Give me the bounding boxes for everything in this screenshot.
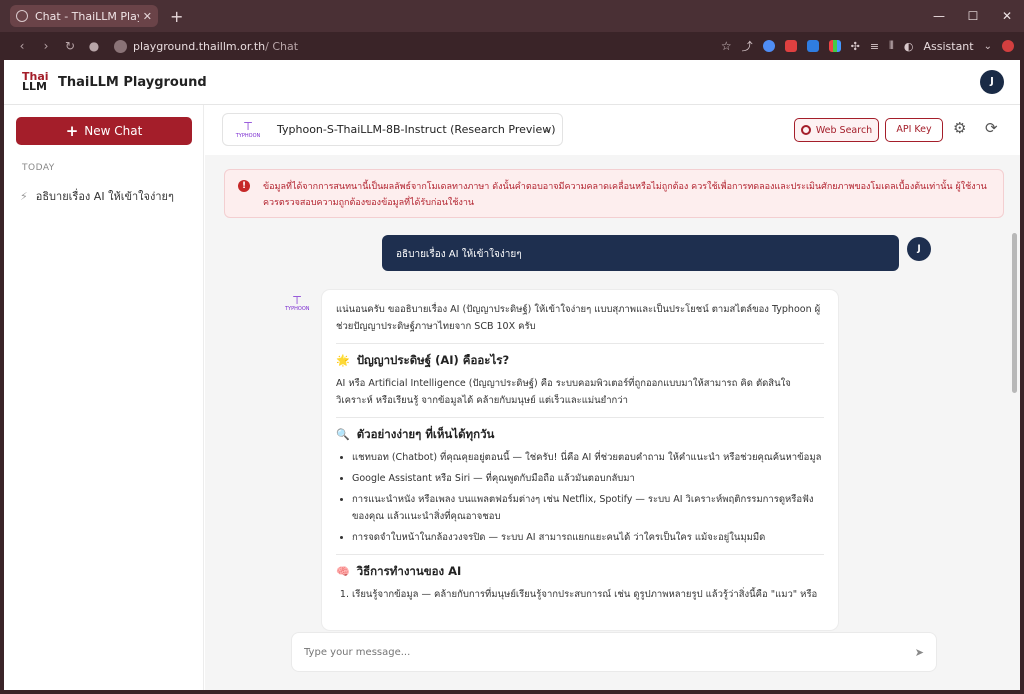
url-host: playground.thaillm.or.th bbox=[133, 39, 266, 53]
mic-icon[interactable]: ● bbox=[82, 39, 106, 53]
model-selector[interactable]: ⊤ TYPHOON Typhoon-S-ThaiLLM-8B-Instruct … bbox=[222, 113, 563, 146]
app-header: Thai LLM ThaiLLM Playground J bbox=[4, 60, 1020, 105]
grid-extension-icon[interactable] bbox=[828, 40, 841, 52]
share-icon[interactable]: ⤴ bbox=[742, 38, 753, 54]
chevron-down-icon: ⌄ bbox=[542, 122, 552, 135]
profile-icon[interactable] bbox=[1002, 40, 1014, 52]
extensions-area: ☆ ⤴ ✣ ≡ ⦀ ◐ Assistant ⌄ bbox=[721, 32, 1014, 60]
refresh-icon[interactable]: ⟳ bbox=[985, 119, 998, 137]
url-path: / Chat bbox=[265, 39, 299, 53]
brain-emoji-icon: 🧠 bbox=[336, 565, 350, 578]
audio-icon[interactable]: ⦀ bbox=[889, 39, 894, 53]
tab-title: Chat - ThaiLLM Playground bbox=[35, 9, 139, 23]
search-icon bbox=[800, 125, 811, 135]
divider bbox=[336, 554, 824, 555]
reload-icon[interactable]: ↻ bbox=[58, 39, 82, 53]
thaillm-logo[interactable]: Thai LLM bbox=[22, 71, 49, 93]
bot-heading-3: 🧠 วิธีการทำงานของ AI bbox=[336, 563, 824, 580]
assistant-label[interactable]: Assistant bbox=[923, 40, 973, 53]
list-item: แชทบอท (Chatbot) ที่คุณคุยอยู่ตอนนี้ — ใ… bbox=[352, 449, 824, 466]
avatar[interactable]: J bbox=[980, 70, 1004, 94]
list-item: Google Assistant หรือ Siri — ที่คุณพูดกั… bbox=[352, 470, 824, 487]
brand-title: ThaiLLM Playground bbox=[58, 74, 207, 90]
bolt-icon: ⚡ bbox=[20, 189, 28, 203]
bot-heading-1: 🌟 ปัญญาประดิษฐ์ (AI) คืออะไร? bbox=[336, 352, 824, 369]
user-avatar: J bbox=[907, 237, 931, 261]
list-item: เรียนรู้จากข้อมูล — คล้ายกับการที่มนุษย์… bbox=[352, 586, 824, 603]
message-input[interactable] bbox=[304, 646, 915, 658]
list-item: การแนะนำหนัง หรือเพลง บนแพลตฟอร์มต่างๆ เ… bbox=[352, 491, 824, 525]
puzzle-icon[interactable]: ✣ bbox=[851, 40, 860, 53]
assistant-message: แน่นอนครับ ขออธิบายเรื่อง AI (ปัญญาประดิ… bbox=[322, 290, 838, 630]
scrollbar-thumb[interactable] bbox=[1012, 233, 1017, 393]
heading-3-text: วิธีการทำงานของ AI bbox=[356, 564, 462, 578]
translate-extension-icon[interactable] bbox=[806, 40, 819, 52]
maximize-icon[interactable]: ☐ bbox=[956, 0, 990, 32]
disclaimer-text: ข้อมูลที่ได้จากการสนทนานี้เป็นผลลัพธ์จาก… bbox=[263, 182, 987, 208]
list-item: การจดจำใบหน้าในกล้องวงจรปิด — ระบบ AI สา… bbox=[352, 529, 824, 546]
close-window-icon[interactable]: ✕ bbox=[990, 0, 1024, 32]
typhoon-logo: ⊤ TYPHOON bbox=[233, 121, 263, 139]
new-tab-button[interactable]: + bbox=[170, 7, 183, 26]
forward-icon[interactable]: › bbox=[34, 39, 58, 53]
sidebar-history-item[interactable]: ⚡ อธิบายเรื่อง AI ให้เข้าใจง่ายๆ bbox=[20, 187, 174, 205]
back-icon[interactable]: ‹ bbox=[10, 39, 34, 53]
minimize-icon[interactable]: — bbox=[922, 0, 956, 32]
divider bbox=[336, 343, 824, 344]
globe-icon bbox=[16, 10, 28, 22]
window-frame-bottom bbox=[0, 690, 1024, 694]
section-today: TODAY bbox=[22, 163, 55, 173]
site-info-icon[interactable] bbox=[114, 39, 127, 53]
heading-2-text: ตัวอย่างง่ายๆ ที่เห็นได้ทุกวัน bbox=[356, 427, 495, 441]
browser-tab[interactable]: Chat - ThaiLLM Playground ✕ bbox=[10, 5, 158, 27]
magnifier-emoji-icon: 🔍 bbox=[336, 428, 350, 441]
bot-list: แชทบอท (Chatbot) ที่คุณคุยอยู่ตอนนี้ — ใ… bbox=[336, 449, 824, 546]
bot-paragraph-1: AI หรือ Artificial Intelligence (ปัญญาปร… bbox=[336, 378, 791, 406]
gear-icon[interactable]: ⚙ bbox=[953, 119, 966, 137]
disclaimer-banner: ! ข้อมูลที่ได้จากการสนทนานี้เป็นผลลัพธ์จ… bbox=[224, 169, 1004, 218]
bot-heading-2: 🔍 ตัวอย่างง่ายๆ ที่เห็นได้ทุกวัน bbox=[336, 426, 824, 443]
menu-lines-icon[interactable]: ≡ bbox=[870, 40, 879, 53]
app: Thai LLM ThaiLLM Playground J + New Chat… bbox=[4, 60, 1020, 690]
browser-tab-bar: Chat - ThaiLLM Playground ✕ + — ☐ ✕ bbox=[0, 0, 1024, 32]
api-key-button[interactable]: API Key bbox=[885, 118, 943, 142]
window-frame-right bbox=[1020, 60, 1024, 694]
new-chat-label: New Chat bbox=[84, 124, 143, 138]
star-emoji-icon: 🌟 bbox=[336, 354, 350, 367]
web-search-button[interactable]: Web Search bbox=[794, 118, 879, 142]
logo-line2: LLM bbox=[22, 80, 47, 93]
model-name: Typhoon-S-ThaiLLM-8B-Instruct (Research … bbox=[277, 123, 556, 136]
divider bbox=[336, 417, 824, 418]
typhoon-logo-text: TYPHOON bbox=[235, 132, 261, 139]
window-controls: — ☐ ✕ bbox=[922, 0, 1024, 32]
heading-1-text: ปัญญาประดิษฐ์ (AI) คืออะไร? bbox=[356, 353, 510, 367]
chat-main: ⊤ TYPHOON Typhoon-S-ThaiLLM-8B-Instruct … bbox=[205, 105, 1020, 690]
record-extension-icon[interactable] bbox=[784, 40, 797, 52]
chevron-down-icon[interactable]: ⌄ bbox=[984, 41, 992, 52]
sidebar: + New Chat TODAY ⚡ อธิบายเรื่อง AI ให้เข… bbox=[4, 105, 204, 690]
close-tab-icon[interactable]: ✕ bbox=[143, 10, 152, 23]
plus-icon: + bbox=[65, 122, 79, 140]
alert-icon: ! bbox=[238, 180, 250, 192]
chat-toolbar: ⊤ TYPHOON Typhoon-S-ThaiLLM-8B-Instruct … bbox=[205, 105, 1020, 155]
new-chat-button[interactable]: + New Chat bbox=[16, 117, 192, 145]
typhoon-avatar-icon: ⊤ TYPHOON bbox=[285, 294, 310, 312]
bot-ordered-list: เรียนรู้จากข้อมูล — คล้ายกับการที่มนุษย์… bbox=[336, 586, 824, 603]
bot-intro: แน่นอนครับ ขออธิบายเรื่อง AI (ปัญญาประดิ… bbox=[336, 304, 821, 332]
user-message: อธิบายเรื่อง AI ให้เข้าใจง่ายๆ bbox=[382, 235, 899, 271]
url-field[interactable]: playground.thaillm.or.th / Chat bbox=[114, 39, 299, 53]
address-bar: ‹ › ↻ ● playground.thaillm.or.th / Chat … bbox=[0, 32, 1024, 60]
web-search-label: Web Search bbox=[815, 124, 873, 136]
bot-logo-text: TYPHOON bbox=[285, 306, 310, 312]
assistant-icon[interactable]: ◐ bbox=[904, 40, 914, 53]
history-item-label: อธิบายเรื่อง AI ให้เข้าใจง่ายๆ bbox=[35, 190, 174, 203]
chrome-extension-icon[interactable] bbox=[762, 40, 775, 52]
message-composer: ➤ bbox=[292, 633, 936, 671]
star-icon[interactable]: ☆ bbox=[721, 39, 732, 53]
send-icon[interactable]: ➤ bbox=[915, 646, 924, 659]
